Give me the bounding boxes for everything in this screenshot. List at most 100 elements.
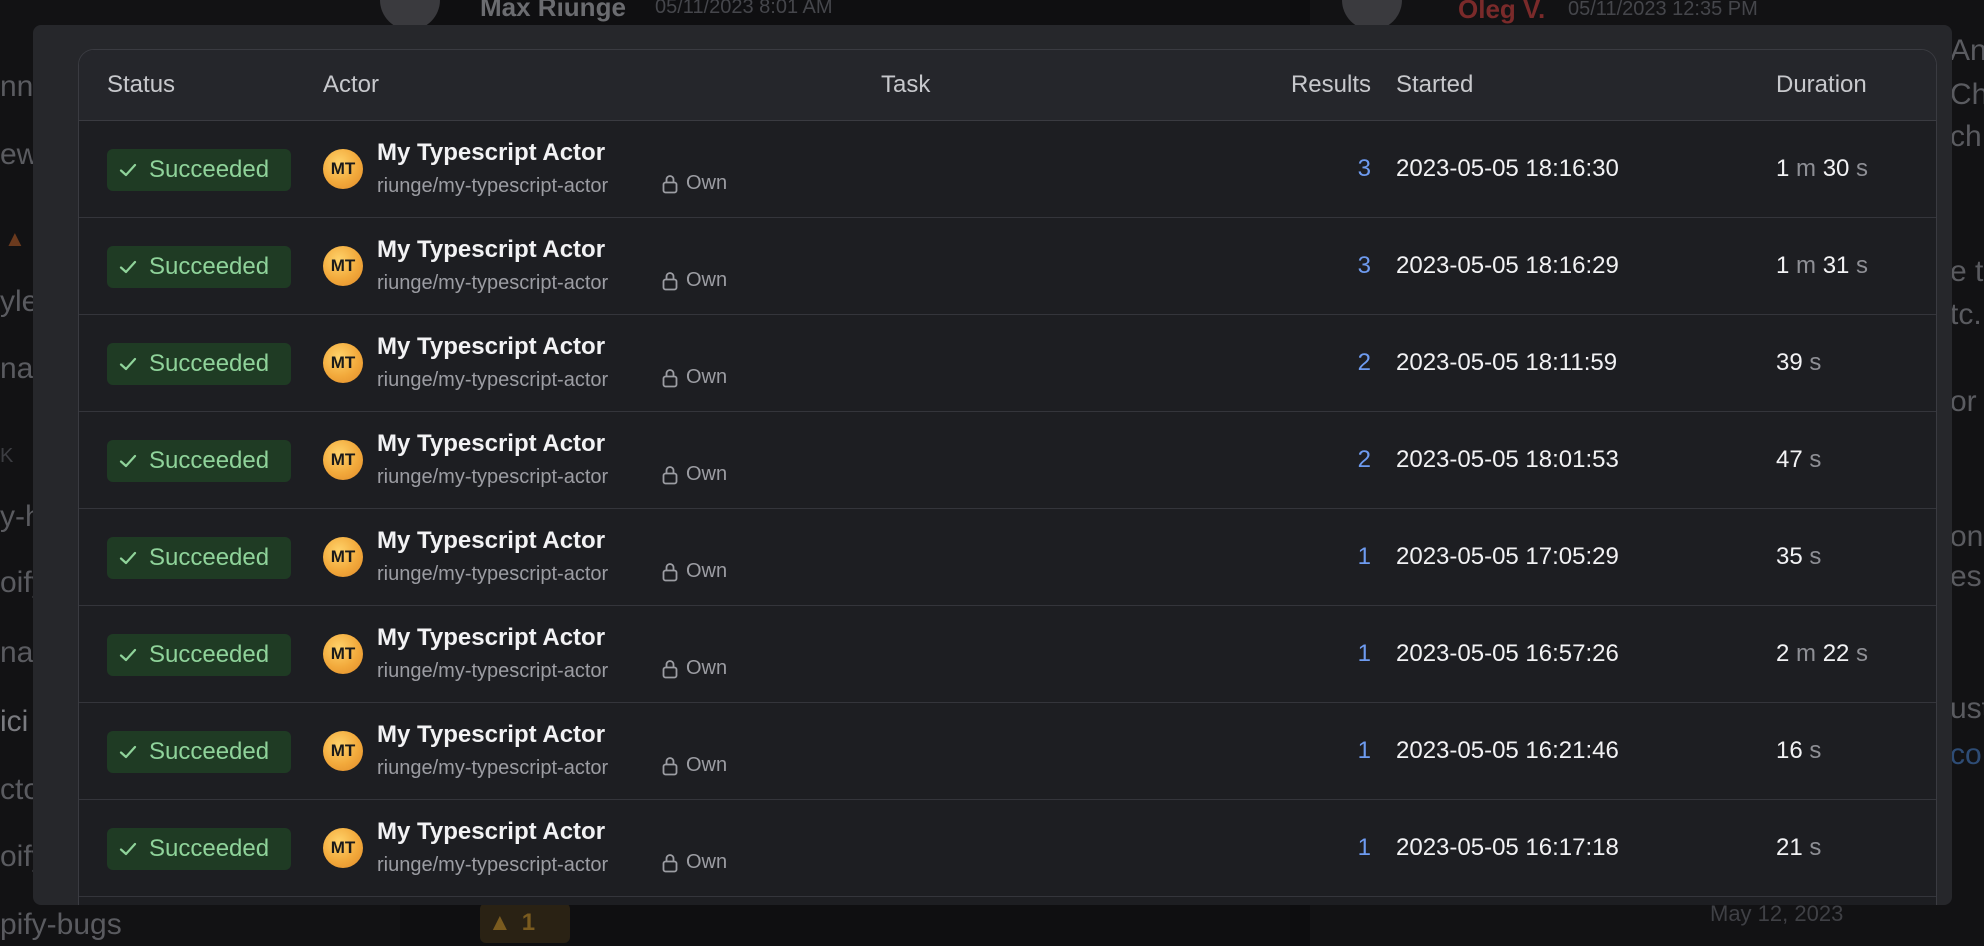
table-row[interactable]: Succeeded MT My Typescript Actor riunge/… [79, 703, 1936, 800]
table-row[interactable]: Succeeded MT My Typescript Actor riunge/… [79, 315, 1936, 412]
actor-avatar: MT [323, 149, 363, 189]
lock-icon [662, 756, 678, 775]
column-header-duration[interactable]: Duration [1776, 50, 1867, 120]
bg-fragment: co [1950, 738, 1982, 771]
ownership-tag: Own [662, 269, 727, 292]
table-row[interactable]: Succeeded MT My Typescript Actor riunge/… [79, 606, 1936, 703]
status-label: Succeeded [149, 350, 270, 377]
started-time: 2023-05-05 18:16:30 [1396, 155, 1619, 182]
bg-fragment: on [1950, 520, 1984, 553]
duration: 1 m 31 s [1776, 252, 1868, 280]
bg-message-author: Max Riunge [480, 0, 626, 22]
duration-value: 21 [1776, 834, 1803, 861]
results-link[interactable]: 2 [1279, 446, 1371, 474]
duration: 21 s [1776, 834, 1821, 862]
results-link[interactable]: 2 [1279, 349, 1371, 377]
status-label: Succeeded [149, 641, 270, 668]
table-row[interactable]: Succeeded MT My Typescript Actor riunge/… [79, 509, 1936, 606]
table-row[interactable]: Succeeded MT My Typescript Actor riunge/… [79, 800, 1936, 897]
status-label: Succeeded [149, 253, 270, 280]
status-badge: Succeeded [107, 731, 291, 773]
lock-icon [662, 562, 678, 581]
status-badge: Succeeded [107, 440, 291, 482]
duration: 35 s [1776, 543, 1821, 571]
actor-slug: riunge/my-typescript-actor [377, 175, 609, 197]
duration-value: 30 [1822, 155, 1850, 182]
duration-value: 22 [1822, 640, 1850, 667]
ownership-label: Own [686, 851, 728, 873]
actor-avatar: MT [323, 634, 363, 674]
duration-unit: s [1802, 446, 1822, 473]
status-badge: Succeeded [107, 634, 291, 676]
results-link[interactable]: 3 [1279, 252, 1371, 280]
column-header-results[interactable]: Results [1279, 50, 1371, 120]
status-badge: Succeeded [107, 343, 291, 385]
actor-name[interactable]: My Typescript Actor [377, 721, 605, 749]
duration-value: 1 [1776, 155, 1790, 182]
actor-slug: riunge/my-typescript-actor [377, 369, 609, 391]
actor-name[interactable]: My Typescript Actor [377, 527, 605, 555]
table-row[interactable]: Succeeded MT My Typescript Actor riunge/… [79, 412, 1936, 509]
bg-fragment: pify-bugs [0, 908, 122, 941]
duration: 2 m 22 s [1776, 640, 1868, 668]
actor-name[interactable]: My Typescript Actor [377, 139, 605, 167]
duration-unit: s [1849, 155, 1869, 182]
actor-slug: riunge/my-typescript-actor [377, 757, 609, 779]
lock-icon [662, 853, 678, 872]
check-icon [119, 648, 137, 662]
actor-avatar: MT [323, 246, 363, 286]
results-link[interactable]: 1 [1279, 640, 1371, 668]
actor-avatar: MT [323, 828, 363, 868]
bg-fragment: tc. [1950, 298, 1982, 331]
bg-reaction-badge: ▲ 1 [480, 903, 570, 943]
duration-unit: s [1802, 834, 1822, 861]
table-row[interactable]: Succeeded MT My Typescript Actor riunge/… [79, 218, 1936, 315]
column-header-started[interactable]: Started [1396, 50, 1473, 120]
fire-icon: ▲ [4, 226, 26, 251]
column-header-actor[interactable]: Actor [323, 50, 379, 120]
ownership-label: Own [686, 463, 728, 485]
results-link[interactable]: 1 [1279, 834, 1371, 862]
actor-name[interactable]: My Typescript Actor [377, 236, 605, 264]
actor-name[interactable]: My Typescript Actor [377, 624, 605, 652]
status-badge: Succeeded [107, 246, 291, 288]
actor-name[interactable]: My Typescript Actor [377, 333, 605, 361]
actor-slug: riunge/my-typescript-actor [377, 466, 609, 488]
column-header-task[interactable]: Task [881, 50, 930, 120]
duration-value: 2 [1776, 640, 1790, 667]
check-icon [119, 551, 137, 565]
actor-name[interactable]: My Typescript Actor [377, 430, 605, 458]
check-icon [119, 260, 137, 274]
results-link[interactable]: 1 [1279, 737, 1371, 765]
status-badge: Succeeded [107, 828, 291, 870]
table-header: Status Actor Task Results Started Durati… [79, 50, 1936, 121]
bg-fragment: ust [1950, 692, 1984, 725]
results-link[interactable]: 1 [1279, 543, 1371, 571]
actor-avatar: MT [323, 343, 363, 383]
ownership-tag: Own [662, 851, 727, 874]
status-label: Succeeded [149, 738, 270, 765]
table-row[interactable]: Succeeded MT My Typescript Actor riunge/… [79, 121, 1936, 218]
ownership-tag: Own [662, 754, 727, 777]
bg-fragment: or [1950, 385, 1977, 418]
bg-message-time: 05/11/2023 8:01 AM [655, 0, 833, 18]
duration-unit: m [1789, 640, 1823, 667]
lock-icon [662, 271, 678, 290]
check-icon [119, 357, 137, 371]
lock-icon [662, 174, 678, 193]
results-link[interactable]: 3 [1279, 155, 1371, 183]
actor-name[interactable]: My Typescript Actor [377, 818, 605, 846]
ownership-tag: Own [662, 560, 727, 583]
actor-slug: riunge/my-typescript-actor [377, 854, 609, 876]
ownership-label: Own [686, 560, 728, 582]
bg-reaction-count: 1 [521, 909, 536, 936]
status-label: Succeeded [149, 835, 270, 862]
duration-value: 16 [1776, 737, 1803, 764]
lock-icon [662, 465, 678, 484]
duration: 1 m 30 s [1776, 155, 1868, 183]
ownership-tag: Own [662, 657, 727, 680]
column-header-status[interactable]: Status [107, 50, 175, 120]
lock-icon [662, 368, 678, 387]
duration: 16 s [1776, 737, 1821, 765]
started-time: 2023-05-05 17:05:29 [1396, 543, 1619, 570]
